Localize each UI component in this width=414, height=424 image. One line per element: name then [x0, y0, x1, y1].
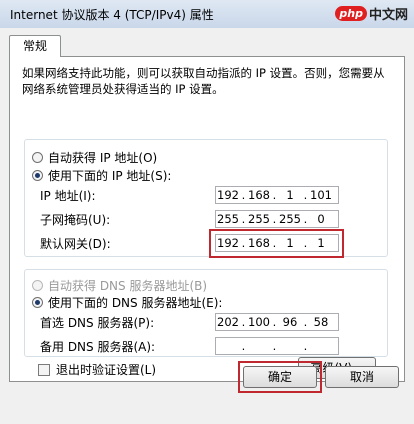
ip-octet: 255	[279, 212, 301, 226]
subnet-mask-input[interactable]: 255. 255. 255. 0	[215, 210, 339, 228]
ip-dot: .	[241, 212, 246, 226]
ip-dot: .	[272, 212, 277, 226]
ip-octet: 0	[317, 212, 325, 226]
radio-manual-dns-label: 使用下面的 DNS 服务器地址(E):	[48, 296, 223, 310]
description-text: 如果网络支持此功能，则可以获取自动指派的 IP 设置。否则，您需要从网络系统管理…	[22, 66, 385, 96]
ip-octet: 96	[282, 315, 298, 329]
title-bar: Internet 协议版本 4 (TCP/IPv4) 属性 php 中文网	[0, 0, 414, 29]
radio-manual-ip-label: 使用下面的 IP 地址(S):	[48, 169, 172, 183]
radio-auto-dns-label: 自动获得 DNS 服务器地址(B)	[48, 279, 208, 293]
ip-octet: 255	[217, 212, 239, 226]
window-title: Internet 协议版本 4 (TCP/IPv4) 属性	[10, 8, 214, 22]
ip-dot: .	[303, 339, 308, 353]
ip-octet: 192	[217, 188, 239, 202]
subnet-mask-row: 子网掩码(U): 255. 255. 255. 0	[40, 208, 370, 230]
ok-highlight-box	[238, 361, 322, 393]
ip-dot: .	[303, 212, 308, 226]
ip-dot: .	[272, 188, 277, 202]
ip-octet: 255	[248, 212, 270, 226]
preferred-dns-label: 首选 DNS 服务器(P):	[40, 315, 155, 330]
ip-dot: .	[241, 339, 246, 353]
gateway-highlight-box	[209, 229, 344, 258]
dialog-body: 常规 如果网络支持此功能，则可以获取自动指派的 IP 设置。否则，您需要从网络系…	[0, 28, 414, 424]
validate-on-exit[interactable]: 退出时验证设置(L)	[38, 361, 156, 378]
radio-manual-ip[interactable]: 使用下面的 IP 地址(S):	[32, 167, 175, 184]
general-panel: 如果网络支持此功能，则可以获取自动指派的 IP 设置。否则，您需要从网络系统管理…	[9, 56, 405, 382]
ip-octet: 168	[248, 188, 270, 202]
radio-auto-dns-circle[interactable]	[32, 280, 43, 291]
preferred-dns-input[interactable]: 202. 100. 96. 58	[215, 313, 339, 331]
watermark-text: 中文网	[368, 7, 408, 23]
ip-octet: 1	[286, 188, 294, 202]
ip-address-input[interactable]: 192. 168. 1. 101	[215, 186, 339, 204]
ip-dot: .	[272, 315, 277, 329]
ip-octet: 202	[217, 315, 239, 329]
ip-dot: .	[303, 188, 308, 202]
ip-octet: 101	[310, 188, 332, 202]
ip-dot: .	[272, 339, 277, 353]
validate-on-exit-checkbox[interactable]	[38, 363, 50, 376]
preferred-dns-row: 首选 DNS 服务器(P): 202. 100. 96. 58	[40, 311, 370, 333]
radio-auto-ip[interactable]: 自动获得 IP 地址(O)	[32, 149, 161, 166]
subnet-mask-label: 子网掩码(U):	[40, 212, 111, 227]
ip-dot: .	[241, 315, 246, 329]
radio-auto-ip-circle[interactable]	[32, 152, 43, 163]
cancel-button[interactable]: 取消	[325, 366, 399, 388]
tab-general[interactable]: 常规	[9, 35, 61, 57]
radio-auto-ip-label: 自动获得 IP 地址(O)	[48, 151, 158, 165]
validate-on-exit-label: 退出时验证设置(L)	[56, 363, 157, 377]
ip-dot: .	[303, 315, 308, 329]
radio-manual-dns-circle[interactable]	[32, 297, 43, 308]
alternate-dns-label: 备用 DNS 服务器(A):	[40, 339, 156, 354]
radio-manual-ip-circle[interactable]	[32, 170, 43, 181]
watermark-logo: php	[335, 5, 367, 21]
ip-octet: 58	[313, 315, 329, 329]
ip-dot: .	[241, 188, 246, 202]
ip-octet: 100	[248, 315, 270, 329]
alternate-dns-input[interactable]: . . .	[215, 337, 339, 355]
ip-address-row: IP 地址(I): 192. 168. 1. 101	[40, 184, 370, 206]
alternate-dns-row: 备用 DNS 服务器(A): . . .	[40, 335, 370, 357]
radio-manual-dns[interactable]: 使用下面的 DNS 服务器地址(E):	[32, 294, 226, 311]
watermark: php 中文网	[335, 3, 408, 23]
default-gateway-label: 默认网关(D):	[40, 236, 111, 251]
ip-address-label: IP 地址(I):	[40, 188, 96, 203]
radio-auto-dns[interactable]: 自动获得 DNS 服务器地址(B)	[32, 277, 211, 294]
